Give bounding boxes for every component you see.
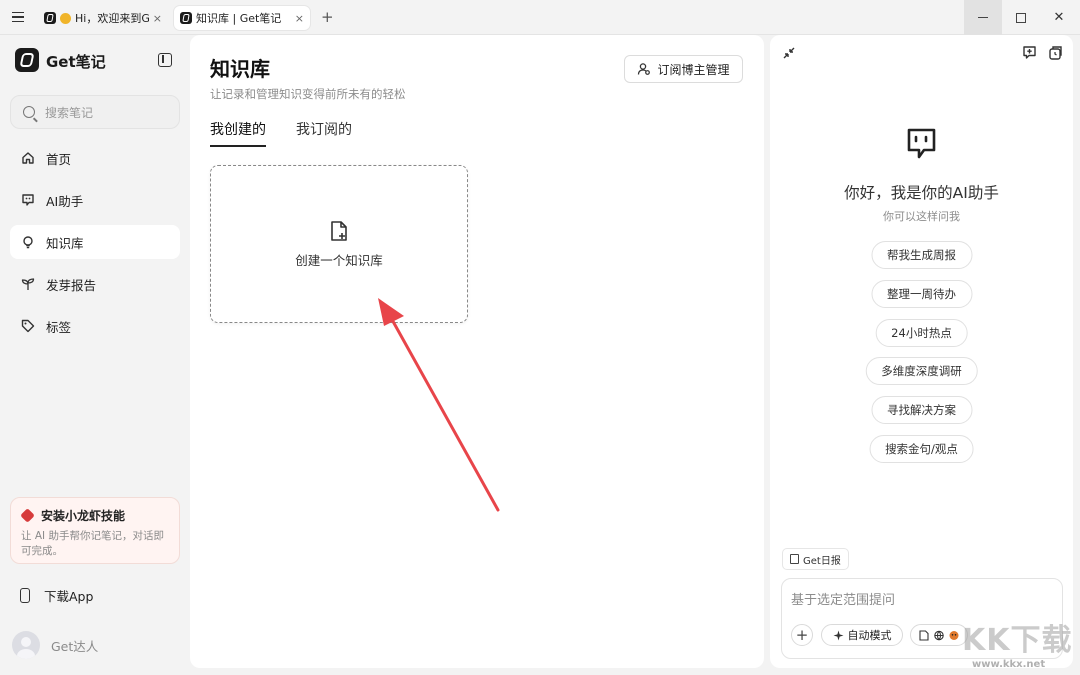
close-window-button[interactable]: ✕ [1040, 0, 1078, 35]
search-icon [23, 106, 35, 118]
auto-mode-label: 自动模式 [847, 629, 892, 642]
tab-label: 知识库 | Get笔记 [196, 12, 282, 25]
ai-greeting: 你好，我是你的AI助手 [844, 184, 999, 202]
document-icon [919, 629, 929, 641]
browser-tab-knowledge[interactable]: 知识库 | Get笔记 × [174, 6, 310, 30]
sidebar-item-label: 发芽报告 [46, 277, 97, 293]
lightbulb-icon [20, 234, 36, 250]
ai-hint: 你可以这样问我 [883, 210, 960, 223]
maximize-button[interactable] [1002, 0, 1040, 35]
add-attachment-button[interactable]: + [791, 624, 813, 646]
tab-created[interactable]: 我创建的 [210, 119, 266, 147]
sparkle-icon [833, 630, 843, 640]
suggestion-chip[interactable]: 寻找解决方案 [871, 396, 972, 424]
tab-label: Hi，欢迎来到Ge [75, 12, 149, 25]
sidebar-item-label: AI助手 [46, 193, 84, 209]
sidebar-item-home[interactable]: 首页 [10, 141, 180, 175]
promo-title-row: 安装小龙虾技能 [20, 507, 169, 524]
crayfish-icon [20, 508, 35, 523]
source-selector[interactable] [910, 624, 968, 646]
search-placeholder: 搜索笔记 [45, 105, 94, 120]
search-input[interactable]: 搜索笔记 [10, 95, 180, 129]
getnote-favicon-icon [44, 12, 56, 24]
phone-icon [20, 587, 30, 603]
watermark-logo: KK下载 [962, 623, 1073, 658]
promo-title: 安装小龙虾技能 [41, 509, 126, 523]
subscribe-manage-label: 订阅博主管理 [657, 62, 730, 77]
ai-bot-icon [907, 128, 936, 159]
suggestion-chip[interactable]: 多维度深度调研 [865, 357, 978, 385]
auto-mode-button[interactable]: 自动模式 [821, 624, 903, 646]
download-app-button[interactable]: 下载App [10, 580, 180, 610]
install-skill-banner[interactable]: 安装小龙虾技能 让 AI 助手帮你记笔记，对话即可完成。 [10, 497, 180, 564]
logo-icon [15, 48, 39, 72]
globe-icon [934, 630, 944, 640]
watermark-url: www.kkx.net [972, 659, 1046, 670]
tag-icon [20, 318, 36, 334]
history-icon[interactable] [1048, 45, 1063, 60]
new-tab-button[interactable]: + [321, 8, 334, 26]
title-bar: Hi，欢迎来到Ge × 知识库 | Get笔记 × + ✕ [0, 0, 1080, 35]
suggestion-chip[interactable]: 24小时热点 [875, 319, 968, 347]
sidebar-item-tags[interactable]: 标签 [10, 309, 180, 343]
home-icon [20, 150, 36, 166]
minimize-panel-icon[interactable] [782, 46, 796, 60]
new-file-icon [331, 220, 347, 241]
daily-report-label: Get日报 [803, 555, 841, 567]
sidebar-item-ai-assistant[interactable]: AI助手 [10, 183, 180, 217]
sprout-icon [20, 276, 36, 292]
sidebar-item-label: 首页 [46, 151, 72, 167]
suggestion-chip[interactable]: 搜索金句/观点 [869, 435, 974, 463]
sidebar-item-label: 知识库 [46, 235, 84, 251]
user-name: Get达人 [51, 638, 99, 654]
minimize-icon [978, 16, 988, 19]
page-title: 知识库 [210, 57, 270, 81]
annotation-arrow [378, 298, 500, 512]
download-app-label: 下载App [44, 588, 94, 604]
create-knowledge-label: 创建一个知识库 [295, 252, 383, 268]
collapse-sidebar-icon[interactable] [158, 53, 172, 67]
knowledge-tabs: 我创建的 我订阅的 [210, 119, 352, 147]
sidebar-item-label: 标签 [46, 319, 72, 335]
menu-icon[interactable] [8, 8, 28, 26]
avatar [12, 631, 40, 659]
browser-tab-welcome[interactable]: Hi，欢迎来到Ge × [38, 6, 168, 30]
brand-name: Get笔记 [46, 53, 106, 71]
maximize-icon [1016, 12, 1026, 23]
crayfish-avatar-icon [949, 630, 959, 640]
input-placeholder: 基于选定范围提问 [791, 593, 896, 608]
tab-close-icon[interactable]: × [153, 12, 162, 25]
page-subtitle: 让记录和管理知识变得前所未有的轻松 [210, 87, 406, 101]
tab-subscribed[interactable]: 我订阅的 [296, 119, 352, 147]
user-profile[interactable]: Get达人 [12, 631, 98, 659]
suggestion-chip[interactable]: 帮我生成周报 [871, 241, 972, 269]
chat-bot-icon [20, 192, 36, 208]
minimize-button[interactable] [964, 0, 1002, 35]
sidebar-item-knowledge[interactable]: 知识库 [10, 225, 180, 259]
user-settings-icon [638, 63, 651, 75]
subscribe-manage-button[interactable]: 订阅博主管理 [624, 55, 743, 83]
suggestion-chip[interactable]: 整理一周待办 [871, 280, 972, 308]
sidebar-item-sprout-report[interactable]: 发芽报告 [10, 267, 180, 301]
getnote-favicon-icon [180, 12, 192, 24]
tab-close-icon[interactable]: × [295, 12, 304, 25]
wave-emoji-icon [60, 12, 71, 24]
document-icon [790, 554, 799, 564]
sidebar: Get笔记 搜索笔记 首页 AI助手 知识库 发芽报告 标签 安装小龙虾技能 让… [0, 35, 190, 675]
new-chat-icon[interactable] [1022, 45, 1037, 60]
promo-description: 让 AI 助手帮你记笔记，对话即可完成。 [21, 530, 164, 558]
daily-report-tag[interactable]: Get日报 [782, 548, 849, 570]
ai-assistant-panel: 你好，我是你的AI助手 你可以这样问我 帮我生成周报 整理一周待办 24小时热点… [770, 35, 1073, 668]
